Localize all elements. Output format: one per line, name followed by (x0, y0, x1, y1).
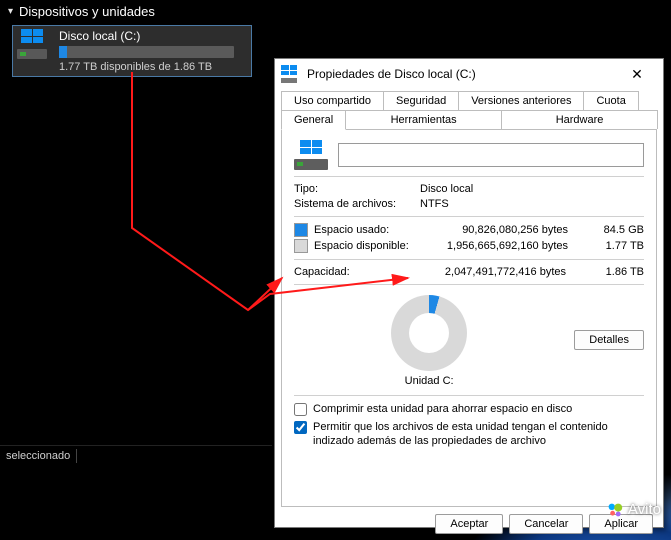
chevron-down-icon: ▾ (8, 6, 13, 17)
used-bytes: 90,826,080,256 bytes (428, 224, 568, 236)
index-checkbox-row[interactable]: Permitir que los archivos de esta unidad… (294, 420, 644, 448)
tab-quota[interactable]: Cuota (583, 91, 638, 110)
tab-sharing[interactable]: Uso compartido (281, 91, 384, 110)
details-button[interactable]: Detalles (574, 330, 644, 350)
drive-icon (17, 29, 49, 59)
capacity-bytes: 2,047,491,772,416 bytes (420, 266, 566, 278)
type-label: Tipo: (294, 183, 414, 195)
status-text: seleccionado (6, 450, 70, 462)
capacity-label: Capacidad: (294, 266, 414, 278)
usage-pie-chart (391, 295, 467, 371)
group-header-label: Dispositivos y unidades (19, 4, 155, 19)
fs-value: NTFS (420, 198, 570, 210)
device-row-c[interactable]: Disco local (C:) 1.77 TB disponibles de … (12, 25, 252, 77)
pie-label: Unidad C: (405, 375, 454, 387)
properties-dialog: Propiedades de Disco local (C:) ✕ Genera… (274, 58, 664, 528)
dialog-title: Propiedades de Disco local (C:) (307, 67, 609, 81)
fs-label: Sistema de archivos: (294, 198, 414, 210)
type-value: Disco local (420, 183, 570, 195)
drive-icon (281, 65, 299, 83)
device-name: Disco local (C:) (59, 29, 239, 43)
free-human: 1.77 TB (574, 240, 644, 252)
capacity-human: 1.86 TB (572, 266, 644, 278)
capacity-bar (59, 46, 234, 58)
drive-icon (294, 140, 328, 170)
watermark-text: Avito (628, 501, 661, 518)
tab-prev-versions[interactable]: Versiones anteriores (458, 91, 584, 110)
index-label: Permitir que los archivos de esta unidad… (313, 420, 644, 448)
cancel-button[interactable]: Cancelar (509, 514, 583, 534)
free-label: Espacio disponible: (314, 240, 422, 252)
tab-hardware[interactable]: Hardware (501, 110, 658, 129)
index-checkbox[interactable] (294, 421, 307, 434)
used-label: Espacio usado: (314, 224, 422, 236)
compress-checkbox-row[interactable]: Comprimir esta unidad para ahorrar espac… (294, 402, 644, 416)
device-subtext: 1.77 TB disponibles de 1.86 TB (59, 61, 239, 73)
volume-label-input[interactable] (338, 143, 644, 167)
tab-tools[interactable]: Herramientas (345, 110, 502, 129)
used-swatch (294, 223, 308, 237)
tab-security[interactable]: Seguridad (383, 91, 459, 110)
status-bar: seleccionado (0, 445, 272, 466)
titlebar[interactable]: Propiedades de Disco local (C:) ✕ (275, 59, 663, 89)
compress-label: Comprimir esta unidad para ahorrar espac… (313, 402, 572, 416)
watermark: Avito (607, 501, 661, 518)
free-bytes: 1,956,665,692,160 bytes (428, 240, 568, 252)
tab-general[interactable]: General (281, 110, 346, 130)
used-human: 84.5 GB (574, 224, 644, 236)
group-header[interactable]: ▾ Dispositivos y unidades (0, 0, 671, 23)
compress-checkbox[interactable] (294, 403, 307, 416)
close-button[interactable]: ✕ (617, 60, 657, 88)
free-swatch (294, 239, 308, 253)
tab-content-general: Tipo: Disco local Sistema de archivos: N… (281, 129, 657, 507)
ok-button[interactable]: Aceptar (435, 514, 503, 534)
